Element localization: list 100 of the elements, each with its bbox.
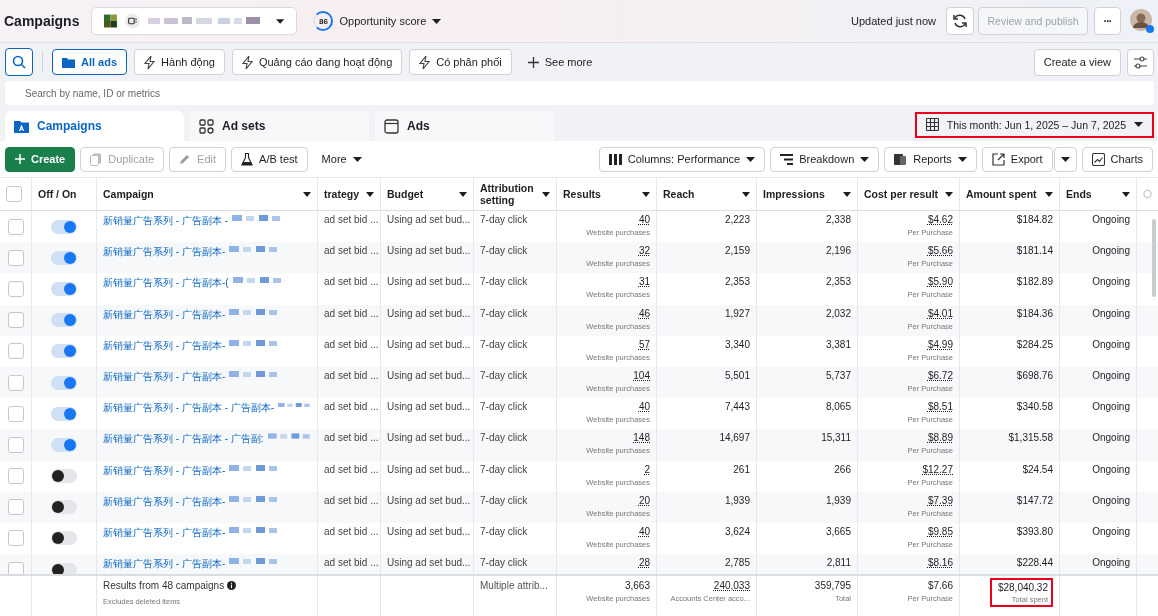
cost-per-result-link[interactable]: $9.85 bbox=[927, 525, 953, 537]
cost-per-result-link[interactable]: $8.89 bbox=[927, 432, 953, 444]
results-link[interactable]: 46 bbox=[638, 307, 650, 319]
results-link[interactable]: 2 bbox=[644, 463, 650, 475]
sort-caret-icon[interactable] bbox=[1122, 191, 1130, 197]
toggle-switch[interactable] bbox=[51, 219, 77, 234]
info-icon[interactable] bbox=[227, 581, 237, 590]
toggle-switch[interactable] bbox=[51, 562, 77, 574]
sort-caret-icon[interactable] bbox=[1045, 191, 1053, 197]
column-header[interactable]: Attribution setting bbox=[480, 181, 542, 207]
campaign-name-link[interactable]: 新销量广告系列 - 广告副本- bbox=[103, 369, 226, 384]
campaign-name-link[interactable]: 新销量广告系列 - 广告副本- bbox=[103, 338, 226, 353]
cost-per-result-link[interactable]: $4.62 bbox=[927, 214, 953, 225]
toggle-switch[interactable] bbox=[51, 344, 77, 359]
column-header[interactable]: Results bbox=[563, 187, 601, 201]
results-link[interactable]: 148 bbox=[633, 432, 650, 444]
campaign-name-link[interactable]: 新销量广告系列 - 广告副本 - 广告副: bbox=[103, 432, 264, 447]
toggle-switch[interactable] bbox=[51, 406, 77, 421]
toggle-switch[interactable] bbox=[51, 375, 77, 390]
search-field[interactable]: Search by name, ID or metrics bbox=[5, 81, 1154, 105]
date-range-picker[interactable]: This month: Jun 1, 2025 – Jun 7, 2025 bbox=[914, 111, 1154, 138]
results-link[interactable]: 40 bbox=[638, 525, 650, 537]
column-header[interactable]: Off / On bbox=[38, 187, 77, 201]
toolbar-button[interactable]: Columns: Performance bbox=[598, 146, 766, 172]
sort-caret-icon[interactable] bbox=[742, 191, 750, 197]
toolbar-button[interactable]: Reports bbox=[884, 146, 977, 172]
filter-chip[interactable]: All ads bbox=[52, 49, 128, 75]
cost-per-result-link[interactable]: $4.01 bbox=[927, 307, 953, 319]
row-checkbox[interactable] bbox=[7, 468, 24, 485]
campaign-name-link[interactable]: 新销量广告系列 - 广告副本 - 广告副本- bbox=[103, 401, 275, 416]
toggle-switch[interactable] bbox=[51, 437, 77, 452]
results-link[interactable]: 57 bbox=[638, 338, 650, 350]
cost-per-result-link[interactable]: $7.39 bbox=[927, 494, 953, 506]
row-checkbox[interactable] bbox=[7, 312, 24, 329]
results-link[interactable]: 32 bbox=[638, 245, 650, 257]
results-link[interactable]: 28 bbox=[638, 557, 650, 569]
cost-per-result-link[interactable]: $4.99 bbox=[927, 338, 953, 350]
row-checkbox[interactable] bbox=[7, 249, 24, 266]
cost-per-result-link[interactable]: $5.66 bbox=[927, 245, 953, 257]
toggle-switch[interactable] bbox=[51, 313, 77, 328]
sort-caret-icon[interactable] bbox=[843, 191, 851, 197]
toolbar-button[interactable]: A/B test bbox=[231, 146, 308, 172]
toggle-switch[interactable] bbox=[51, 281, 77, 296]
toolbar-button[interactable]: Breakdown bbox=[770, 146, 880, 172]
toolbar-button[interactable]: Charts bbox=[1081, 146, 1153, 172]
campaign-name-link[interactable]: 新销量广告系列 - 广告副本- bbox=[103, 245, 226, 260]
campaign-name-link[interactable]: 新销量广告系列 - 广告副本- bbox=[103, 463, 226, 478]
results-link[interactable]: 40 bbox=[638, 214, 650, 225]
row-checkbox[interactable] bbox=[7, 343, 24, 360]
sort-caret-icon[interactable] bbox=[542, 191, 550, 197]
row-checkbox[interactable] bbox=[7, 561, 24, 574]
cost-per-result-link[interactable]: $6.72 bbox=[927, 369, 953, 381]
export-options-button[interactable] bbox=[1053, 146, 1077, 172]
column-header[interactable]: Impressions bbox=[763, 187, 825, 201]
cost-per-result-link[interactable]: $8.51 bbox=[927, 401, 953, 413]
filter-chip[interactable]: Có phân phối bbox=[409, 49, 512, 75]
sort-caret-icon[interactable] bbox=[642, 191, 650, 197]
toolbar-button[interactable]: Export bbox=[981, 146, 1053, 172]
row-checkbox[interactable] bbox=[7, 530, 24, 547]
toolbar-button[interactable]: Create bbox=[5, 146, 76, 172]
row-checkbox[interactable] bbox=[7, 374, 24, 391]
toggle-switch[interactable] bbox=[51, 469, 77, 484]
cost-per-result-link[interactable]: $5.90 bbox=[927, 276, 953, 288]
column-header[interactable]: trategy bbox=[324, 187, 359, 201]
create-view-button[interactable]: Create a view bbox=[1033, 48, 1121, 76]
results-link[interactable]: 104 bbox=[633, 369, 650, 381]
row-checkbox[interactable] bbox=[7, 499, 24, 516]
results-link[interactable]: 40 bbox=[638, 401, 650, 413]
column-header[interactable]: Budget bbox=[387, 187, 424, 201]
more-options-button[interactable]: ··· bbox=[1094, 7, 1121, 35]
row-checkbox[interactable] bbox=[7, 280, 24, 297]
row-checkbox[interactable] bbox=[7, 218, 24, 235]
campaign-name-link[interactable]: 新销量广告系列 - 广告副本- bbox=[103, 494, 226, 509]
cost-per-result-link[interactable]: $12.27 bbox=[922, 463, 953, 475]
campaign-name-link[interactable]: 新销量广告系列 - 广告副本-( bbox=[103, 276, 229, 291]
level-tab[interactable]: Ad sets bbox=[190, 111, 369, 141]
opportunity-score-button[interactable]: 86 Opportunity score bbox=[313, 11, 442, 31]
results-link[interactable]: 20 bbox=[638, 494, 650, 506]
sort-caret-icon[interactable] bbox=[303, 191, 311, 197]
campaign-name-link[interactable]: 新销量广告系列 - 广告副本- bbox=[103, 557, 226, 572]
toggle-switch[interactable] bbox=[51, 250, 77, 265]
sort-caret-icon[interactable] bbox=[459, 191, 467, 197]
column-header[interactable]: Reach bbox=[663, 187, 695, 201]
column-header[interactable]: Cost per result bbox=[864, 187, 939, 201]
sort-caret-icon[interactable] bbox=[945, 191, 953, 197]
campaign-name-link[interactable]: 新销量广告系列 - 广告副本- bbox=[103, 307, 226, 322]
row-checkbox[interactable] bbox=[7, 436, 24, 453]
campaign-name-link[interactable]: 新销量广告系列 - 广告副本 - bbox=[103, 214, 228, 228]
select-all-checkbox[interactable] bbox=[6, 186, 22, 202]
sort-caret-icon[interactable] bbox=[366, 191, 374, 197]
cost-per-result-link[interactable]: $8.16 bbox=[927, 557, 953, 569]
column-header[interactable]: Amount spent bbox=[966, 187, 1037, 201]
row-checkbox[interactable] bbox=[7, 405, 24, 422]
reach-total-link[interactable]: 240,033 bbox=[713, 580, 750, 591]
account-selector[interactable] bbox=[91, 7, 298, 35]
results-link[interactable]: 31 bbox=[638, 276, 650, 288]
level-tab[interactable]: Ads bbox=[375, 111, 554, 141]
toggle-switch[interactable] bbox=[51, 500, 77, 515]
campaign-name-link[interactable]: 新销量广告系列 - 广告副本- bbox=[103, 525, 226, 540]
refresh-button[interactable] bbox=[946, 7, 974, 35]
